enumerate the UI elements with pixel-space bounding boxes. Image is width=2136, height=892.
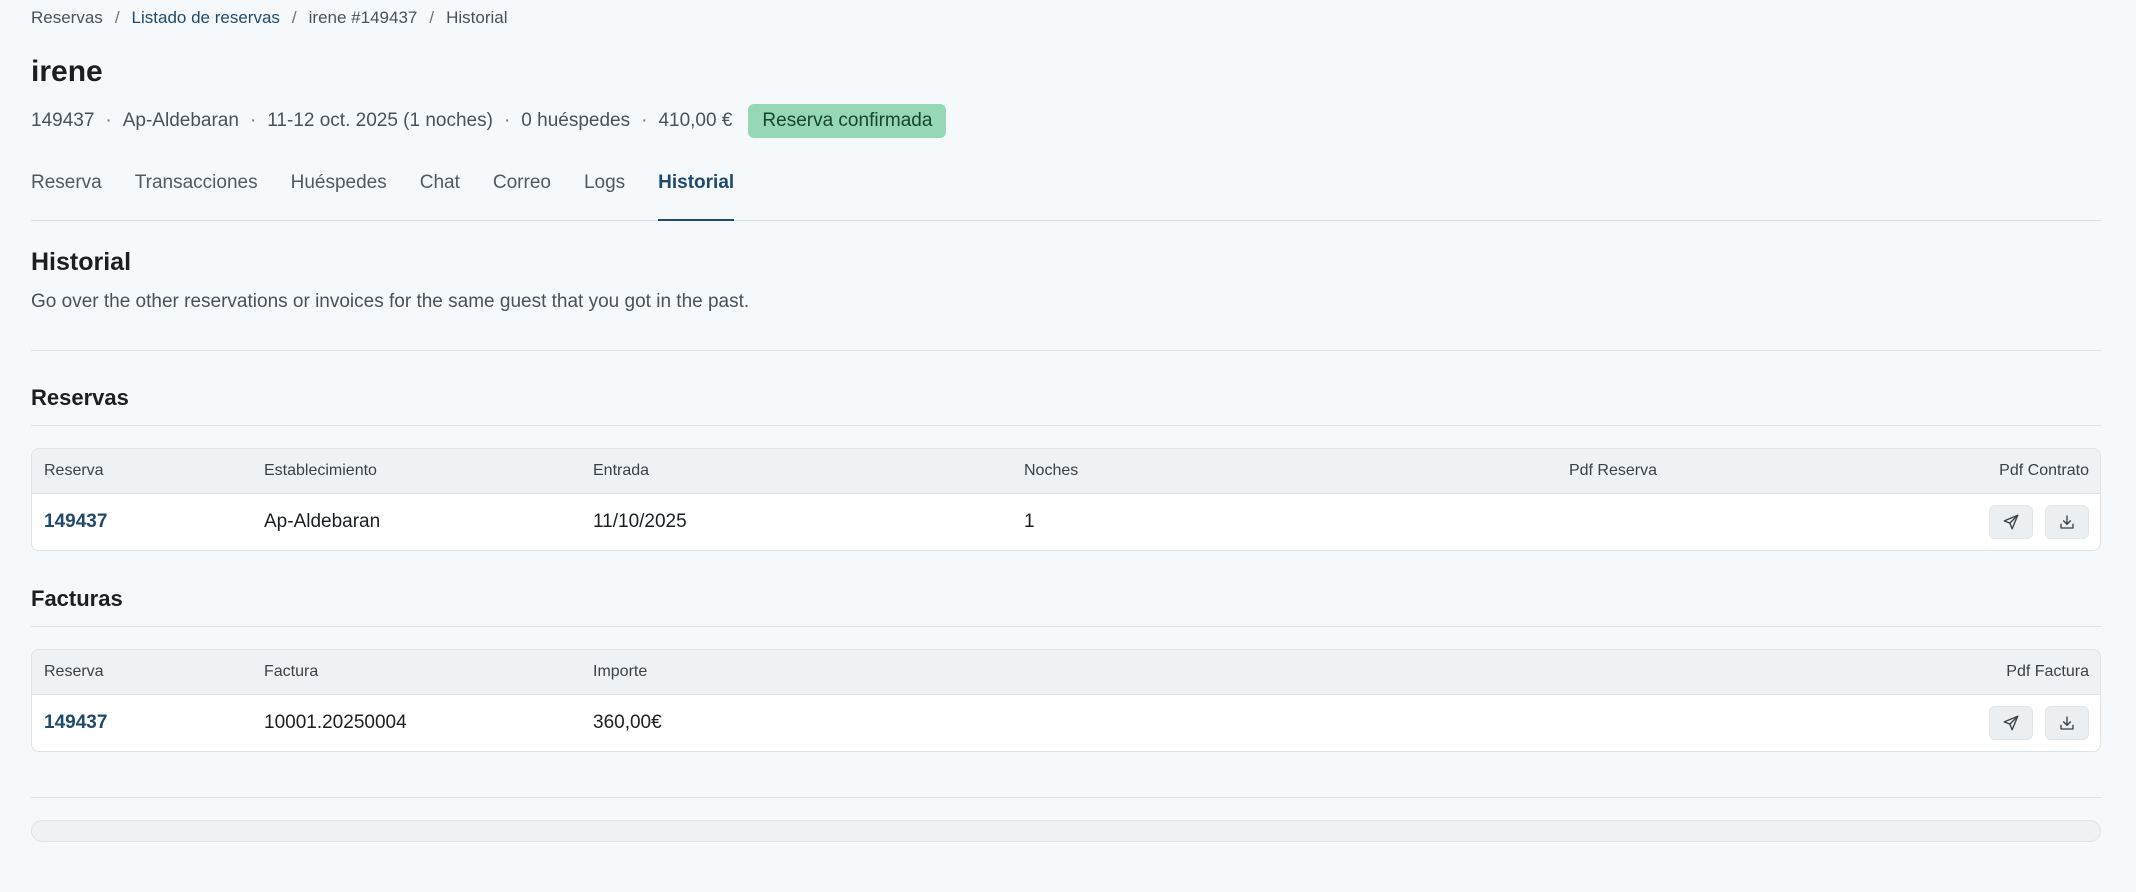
tab-logs[interactable]: Logs <box>584 164 625 220</box>
reservation-property: Ap-Aldebaran <box>122 110 239 131</box>
breadcrumb: Reservas / Listado de reservas / irene #… <box>31 8 508 28</box>
divider <box>31 350 2101 351</box>
breadcrumb-listado-de-reservas[interactable]: Listado de reservas <box>132 8 280 28</box>
table-row: 149437 10001.20250004 360,00€ <box>32 695 2100 751</box>
reserva-link[interactable]: 149437 <box>44 494 107 550</box>
empty-panel <box>31 820 2101 842</box>
reservation-guests: 0 huéspedes <box>521 110 631 131</box>
tab-chat[interactable]: Chat <box>420 164 460 220</box>
breadcrumb-separator: / <box>114 8 120 27</box>
entrada-cell: 11/10/2025 <box>593 511 687 532</box>
reserva-link[interactable]: 149437 <box>44 695 107 751</box>
reservation-id: 149437 <box>31 110 95 131</box>
meta-separator: · <box>641 110 648 131</box>
download-button[interactable] <box>2045 706 2089 740</box>
column-header-pdf-factura: Pdf Factura <box>2006 663 2089 680</box>
reservas-title: Reservas <box>31 385 129 410</box>
download-icon <box>2060 515 2074 529</box>
factura-cell: 10001.20250004 <box>264 712 407 733</box>
breadcrumb-reservation[interactable]: irene #149437 <box>309 8 418 28</box>
section-description: Go over the other reservations or invoic… <box>31 291 750 312</box>
send-button[interactable] <box>1989 505 2033 539</box>
tab-reserva[interactable]: Reserva <box>31 164 102 220</box>
facturas-table: Reserva Factura Importe Pdf Factura 1494… <box>31 649 2101 752</box>
column-header-establecimiento: Establecimiento <box>264 462 377 479</box>
pdf-factura-actions <box>1977 695 2089 751</box>
table-row: 149437 Ap-Aldebaran 11/10/2025 1 <box>32 494 2100 550</box>
breadcrumb-current: Historial <box>446 8 508 27</box>
facturas-title: Facturas <box>31 586 123 611</box>
column-header-reserva: Reserva <box>44 462 104 479</box>
status-badge: Reserva confirmada <box>748 104 947 138</box>
importe-cell: 360,00€ <box>593 712 662 733</box>
breadcrumb-separator: / <box>429 8 435 27</box>
meta-separator: · <box>249 110 257 131</box>
column-header-reserva: Reserva <box>44 663 104 680</box>
send-icon <box>2003 715 2019 731</box>
pdf-contrato-actions <box>1977 494 2089 550</box>
send-button[interactable] <box>1989 706 2033 740</box>
column-header-noches: Noches <box>1024 462 1079 479</box>
divider <box>31 425 2101 426</box>
reservation-meta: 149437 · Ap-Aldebaran · 11-12 oct. 2025 … <box>31 104 947 138</box>
table-header: Reserva Establecimiento Entrada Noches P… <box>32 449 2100 494</box>
noches-cell: 1 <box>1024 511 1035 532</box>
establecimiento-cell: Ap-Aldebaran <box>264 511 381 532</box>
meta-separator: · <box>105 110 112 131</box>
breadcrumb-reservas[interactable]: Reservas <box>31 8 103 28</box>
divider <box>31 626 2101 627</box>
send-icon <box>2003 514 2019 530</box>
tab-correo[interactable]: Correo <box>493 164 551 220</box>
column-header-factura: Factura <box>264 663 319 680</box>
breadcrumb-separator: / <box>291 8 297 27</box>
divider <box>31 797 2101 798</box>
download-button[interactable] <box>2045 505 2089 539</box>
tab-bar: Reserva Transacciones Huéspedes Chat Cor… <box>31 164 2101 221</box>
table-header: Reserva Factura Importe Pdf Factura <box>32 650 2100 695</box>
tab-transacciones[interactable]: Transacciones <box>135 164 258 220</box>
tab-historial[interactable]: Historial <box>658 164 735 221</box>
reservas-table: Reserva Establecimiento Entrada Noches P… <box>31 448 2101 551</box>
download-icon <box>2060 716 2074 730</box>
meta-separator: · <box>503 110 511 131</box>
reservation-dates: 11-12 oct. 2025 (1 noches) <box>267 110 493 131</box>
column-header-importe: Importe <box>593 663 648 680</box>
tab-huespedes[interactable]: Huéspedes <box>291 164 387 220</box>
reservation-amount: 410,00 € <box>658 110 733 131</box>
column-header-pdf-reserva: Pdf Reserva <box>1568 462 1657 479</box>
column-header-entrada: Entrada <box>593 462 650 479</box>
column-header-pdf-contrato: Pdf Contrato <box>1999 462 2089 479</box>
page-title: irene <box>31 55 103 88</box>
section-title: Historial <box>31 248 132 276</box>
